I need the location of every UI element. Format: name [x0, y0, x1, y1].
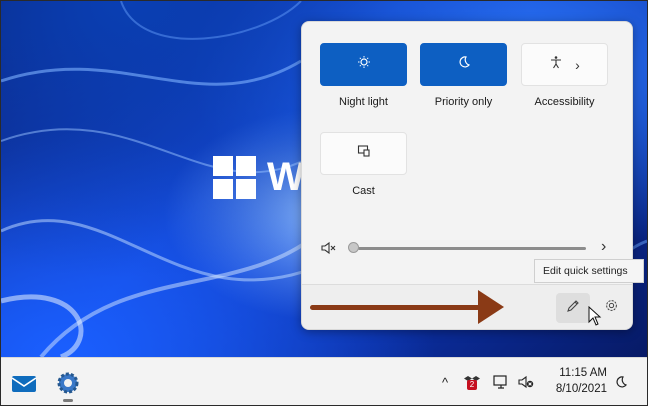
quick-settings-footer [302, 284, 632, 329]
running-app-indicator [63, 399, 73, 402]
mouse-cursor-icon [588, 305, 602, 331]
accessibility-label: Accessibility [534, 96, 595, 108]
tile-night-light[interactable]: Night light [320, 43, 416, 108]
speaker-muted-icon[interactable] [320, 240, 336, 261]
volume-row: › [320, 238, 616, 258]
clock-time: 11:15 AM [559, 367, 607, 379]
volume-muted-tray-icon[interactable] [517, 372, 535, 392]
edit-quick-settings-tooltip: Edit quick settings [534, 259, 644, 283]
edit-quick-settings-button[interactable] [556, 293, 590, 323]
cast-label: Cast [352, 185, 375, 197]
night-light-icon [357, 55, 371, 74]
annotation-arrow-head [478, 290, 504, 324]
audio-output-chevron-icon[interactable]: › [601, 238, 606, 256]
show-hidden-icons-chevron[interactable]: ^ [442, 372, 448, 392]
priority-only-button[interactable] [420, 43, 507, 86]
volume-slider-track[interactable] [358, 247, 586, 250]
mail-icon[interactable] [11, 370, 37, 396]
accessibility-icon [549, 55, 563, 74]
pencil-icon [566, 299, 580, 318]
windows-logo-icon [213, 156, 257, 200]
night-light-label: Night light [339, 96, 388, 108]
annotation-arrow-shaft [310, 305, 480, 310]
night-light-button[interactable] [320, 43, 407, 86]
notification-badge: 2 [467, 380, 477, 390]
volume-slider-thumb[interactable] [348, 242, 359, 253]
screenshot-frame: W Night light Priority only › Accessibil… [0, 0, 648, 406]
moon-icon [457, 55, 471, 74]
tile-cast[interactable]: Cast [320, 132, 416, 197]
cast-button[interactable] [320, 132, 407, 175]
quick-settings-panel: Night light Priority only › Accessibilit… [301, 21, 633, 330]
taskbar: ^ 2 11:15 AM 8/10/2021 [1, 357, 647, 405]
focus-moon-icon[interactable] [612, 372, 630, 392]
windows-wordmark: W [267, 155, 305, 199]
network-display-icon[interactable] [492, 372, 510, 392]
chevron-right-icon: › [575, 56, 580, 73]
settings-gear-icon[interactable] [55, 370, 81, 396]
priority-only-label: Priority only [434, 96, 493, 108]
tile-accessibility[interactable]: › Accessibility [521, 43, 617, 108]
taskbar-clock[interactable]: 11:15 AM 8/10/2021 [545, 365, 607, 397]
cast-icon [357, 144, 371, 163]
accessibility-button[interactable]: › [521, 43, 608, 86]
gear-icon [604, 298, 619, 318]
tile-priority-only[interactable]: Priority only [420, 43, 516, 108]
clock-date: 8/10/2021 [555, 383, 607, 395]
